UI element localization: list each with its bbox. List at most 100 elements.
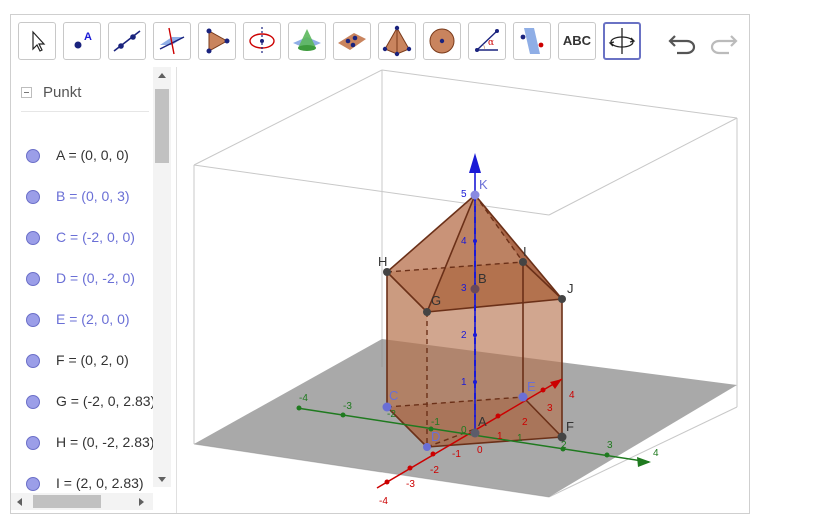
redo-icon — [710, 35, 738, 55]
polygon-tool[interactable] — [198, 22, 236, 60]
perpendicular-line-tool[interactable] — [153, 22, 191, 60]
scroll-left-icon[interactable] — [17, 498, 22, 506]
sphere-tool[interactable] — [423, 22, 461, 60]
x-tick: 4 — [569, 390, 575, 401]
geogebra-app: A α ABC Punkt A = (0, 0, 0) B = (0, 0, 3… — [10, 14, 750, 514]
y-tick: 0 — [461, 425, 467, 436]
visibility-toggle-icon[interactable] — [26, 477, 40, 491]
algebra-item-text: H = (0, -2, 2.83) — [56, 434, 153, 450]
scroll-down-icon[interactable] — [158, 477, 166, 482]
horizontal-scrollbar[interactable] — [11, 493, 153, 510]
point-a[interactable] — [470, 428, 480, 438]
algebra-item-text: E = (2, 0, 0) — [56, 311, 130, 327]
angle-tool-label: α — [488, 38, 494, 48]
algebra-item-e[interactable]: E = (2, 0, 0) — [11, 309, 153, 349]
plane-tool[interactable] — [333, 22, 371, 60]
scroll-up-icon[interactable] — [158, 73, 166, 78]
y-tick: 1 — [517, 433, 523, 444]
x-tick: -2 — [430, 465, 439, 476]
x-tick: -3 — [406, 479, 415, 490]
algebra-item-f[interactable]: F = (0, 2, 0) — [11, 350, 153, 390]
group-label: Punkt — [43, 84, 82, 101]
visibility-toggle-icon[interactable] — [26, 395, 40, 409]
intersect-surfaces-tool[interactable] — [288, 22, 326, 60]
point-label: B — [478, 271, 487, 286]
angle-tool[interactable]: α — [468, 22, 506, 60]
y-axis-arrow-icon — [637, 457, 651, 467]
visibility-toggle-icon[interactable] — [26, 190, 40, 204]
x-tick: 1 — [497, 431, 503, 442]
y-tick: 3 — [607, 440, 613, 451]
polygon-icon — [206, 28, 230, 54]
z-tick: 5 — [461, 189, 467, 200]
angle-icon: α — [475, 29, 499, 52]
x-tick: 3 — [547, 403, 553, 414]
algebra-item-text: D = (0, -2, 0) — [56, 270, 135, 286]
algebra-item-d[interactable]: D = (0, -2, 0) — [11, 268, 153, 308]
point-g[interactable] — [423, 308, 431, 316]
redo-button[interactable] — [707, 27, 739, 57]
point-c[interactable] — [382, 402, 392, 412]
visibility-toggle-icon[interactable] — [26, 272, 40, 286]
rotate-view-tool[interactable] — [603, 22, 641, 60]
visibility-toggle-icon[interactable] — [26, 231, 40, 245]
point-j[interactable] — [558, 295, 566, 303]
point-label: K — [479, 177, 488, 192]
algebra-item-text: B = (0, 0, 3) — [56, 188, 130, 204]
scroll-right-icon[interactable] — [139, 498, 144, 506]
collapse-minus-icon[interactable] — [21, 87, 32, 98]
algebra-item-h[interactable]: H = (0, -2, 2.83) — [11, 432, 153, 472]
z-tick: 1 — [461, 377, 467, 388]
algebra-view: Punkt A = (0, 0, 0) B = (0, 0, 3) C = (-… — [11, 67, 177, 513]
algebra-item-a[interactable]: A = (0, 0, 0) — [11, 145, 153, 185]
z-axis-arrow-icon — [469, 153, 481, 173]
point-label: F — [566, 419, 574, 434]
circle-axis-tool[interactable] — [243, 22, 281, 60]
reflect-plane-icon — [520, 28, 544, 54]
vertical-scrollbar[interactable] — [153, 67, 171, 487]
graphics-3d-view[interactable]: -4 -3 -2 -1 0 1 2 3 4 -4 -3 -2 -1 0 1 2 … — [177, 67, 749, 513]
visibility-toggle-icon[interactable] — [26, 354, 40, 368]
visibility-toggle-icon[interactable] — [26, 436, 40, 450]
point-label: A — [478, 414, 487, 429]
point-label: E — [527, 379, 536, 394]
point-icon: A — [74, 31, 92, 49]
x-tick: -4 — [379, 496, 388, 507]
z-tick: 2 — [461, 330, 467, 341]
divider — [21, 111, 149, 112]
algebra-item-b[interactable]: B = (0, 0, 3) — [11, 186, 153, 226]
z-tick: 3 — [461, 283, 467, 294]
point-tool[interactable]: A — [63, 22, 101, 60]
point-h[interactable] — [383, 268, 391, 276]
undo-button[interactable] — [667, 27, 699, 57]
scroll-thumb[interactable] — [33, 495, 101, 508]
undo-icon — [668, 35, 696, 55]
line-tool[interactable] — [108, 22, 146, 60]
sphere-icon — [429, 28, 455, 54]
text-tool[interactable]: ABC — [558, 22, 596, 60]
point-d[interactable] — [423, 443, 431, 451]
visibility-toggle-icon[interactable] — [26, 149, 40, 163]
line-icon — [113, 30, 141, 52]
point-label: J — [567, 281, 574, 296]
point-label: I — [523, 244, 527, 259]
scene-3d[interactable]: -4 -3 -2 -1 0 1 2 3 4 -4 -3 -2 -1 0 1 2 … — [177, 67, 749, 513]
scroll-thumb[interactable] — [155, 89, 169, 163]
y-tick: 4 — [653, 448, 659, 459]
point-label: G — [431, 293, 441, 308]
cursor-arrow-icon — [32, 30, 46, 52]
y-tick: -4 — [299, 393, 308, 404]
reflect-tool[interactable] — [513, 22, 551, 60]
algebra-item-text: C = (-2, 0, 0) — [56, 229, 135, 245]
point-label: H — [378, 254, 387, 269]
visibility-toggle-icon[interactable] — [26, 313, 40, 327]
algebra-item-g[interactable]: G = (-2, 0, 2.83) — [11, 391, 153, 431]
move-tool[interactable] — [18, 22, 56, 60]
toolbar: A α ABC — [11, 15, 749, 68]
perpendicular-line-icon — [159, 27, 185, 55]
x-tick: 2 — [522, 417, 528, 428]
y-tick: -1 — [431, 417, 440, 428]
algebra-item-c[interactable]: C = (-2, 0, 0) — [11, 227, 153, 267]
point-i[interactable] — [519, 258, 527, 266]
pyramid-tool[interactable] — [378, 22, 416, 60]
